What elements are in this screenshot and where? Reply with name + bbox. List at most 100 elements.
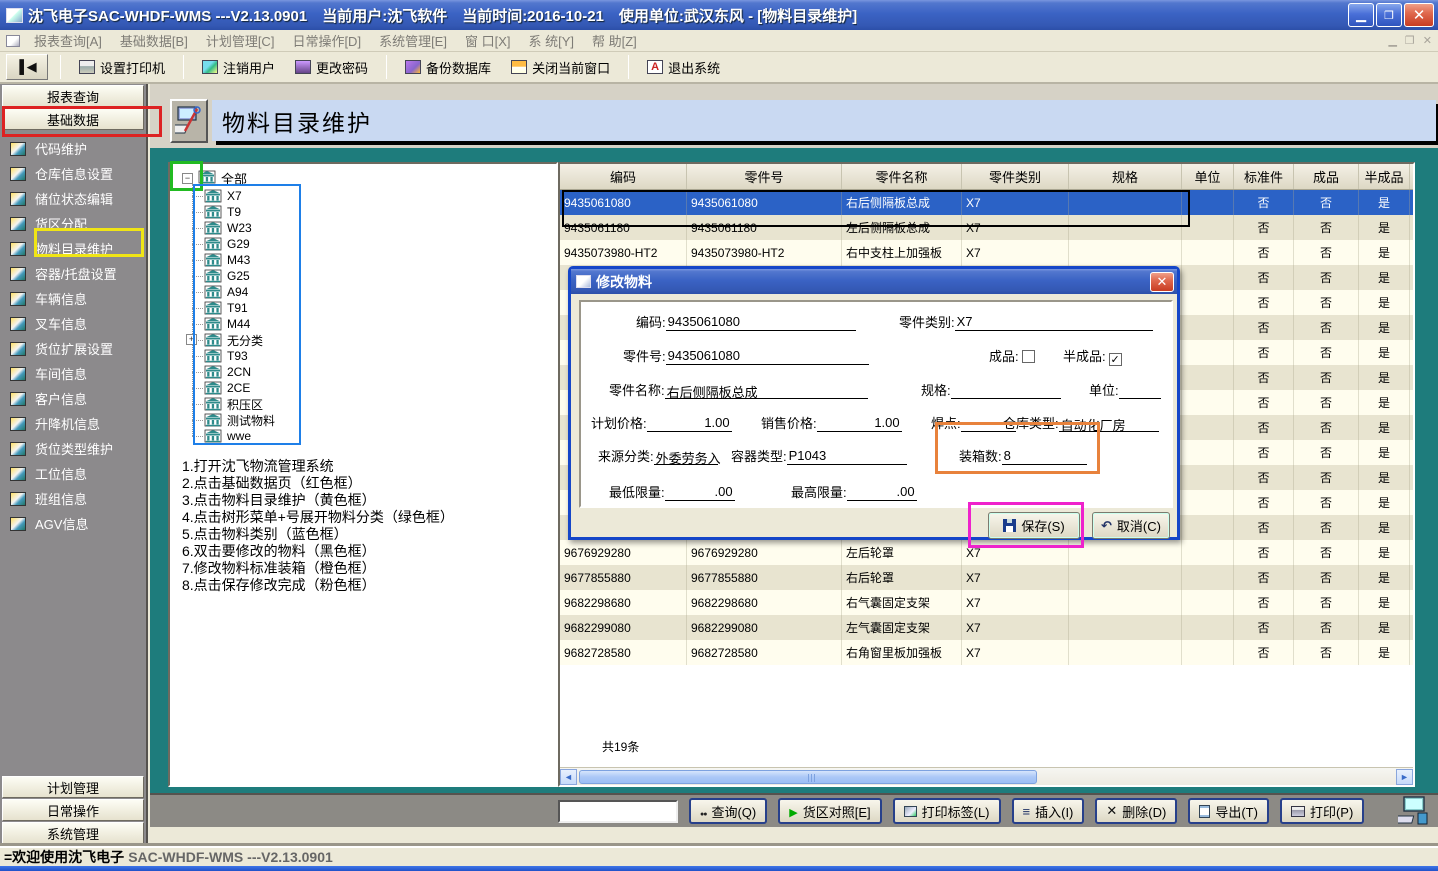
toolbar-button[interactable]: 备份数据库 (399, 55, 497, 80)
tree-item[interactable]: W23 (170, 220, 556, 236)
sidebar-item[interactable]: 客户信息 (0, 386, 146, 411)
box-count-field[interactable]: 8 (1002, 448, 1087, 465)
sidebar-item[interactable]: 车辆信息 (0, 286, 146, 311)
part-name-field[interactable]: 右后侧隔板总成 (665, 382, 868, 399)
search-input[interactable] (558, 800, 678, 823)
horizontal-scrollbar[interactable] (560, 767, 1413, 785)
table-row[interactable]: 94350610809435061080右后侧隔板总成X7否否是 (560, 190, 1413, 215)
toolbar-button[interactable]: 设置打印机 (73, 55, 171, 80)
table-row[interactable]: 96822986809682298680右气囊固定支架X7否否是 (560, 590, 1413, 615)
column-header[interactable]: 零件号 (687, 164, 842, 189)
tree-root-item[interactable]: − 全部 (170, 164, 556, 188)
menu-item[interactable]: 日常操作[D] (292, 31, 361, 50)
sidebar-item[interactable]: 车间信息 (0, 361, 146, 386)
menu-item[interactable]: 基础数据[B] (120, 31, 188, 50)
sidebar-item[interactable]: 储位状态编辑 (0, 186, 146, 211)
tree-item[interactable]: 2CN (170, 364, 556, 380)
finished-checkbox[interactable] (1022, 350, 1035, 363)
column-header[interactable]: 成品 (1294, 164, 1359, 189)
sidebar-item[interactable]: 容器/托盘设置 (0, 261, 146, 286)
bottom-toolbar-button[interactable]: 导出(T) (1188, 798, 1269, 824)
sidebar-item[interactable]: 工位信息 (0, 461, 146, 486)
menu-item[interactable]: 窗 口[X] (465, 31, 511, 50)
toolbar-button[interactable]: 退出系统 (641, 55, 726, 80)
menu-item[interactable]: 系 统[Y] (528, 31, 574, 50)
scroll-right-icon[interactable] (1396, 769, 1413, 785)
tree-item[interactable]: + 无分类 (170, 332, 556, 348)
minimize-icon[interactable] (1348, 3, 1374, 27)
unit-field[interactable] (1119, 382, 1161, 399)
sidebar-item[interactable]: AGV信息 (0, 511, 146, 536)
dialog-close-icon[interactable]: ✕ (1150, 272, 1174, 292)
sale-price-field[interactable]: 1.00 (817, 415, 902, 432)
sidebar-group-basic-data[interactable]: 基础数据 (2, 108, 144, 130)
sidebar-item[interactable]: 班组信息 (0, 486, 146, 511)
cancel-button[interactable]: 取消(C) (1092, 512, 1170, 539)
mdi-close-icon[interactable]: ✕ (1423, 34, 1432, 47)
warehouse-type-field[interactable]: 自动化厂房 (1059, 415, 1159, 432)
column-header[interactable]: 半成品 (1359, 164, 1410, 189)
sidebar-group-system-management[interactable]: 系统管理 (2, 822, 144, 844)
column-header[interactable]: 零件名称 (842, 164, 962, 189)
bottom-toolbar-button[interactable]: 删除(D) (1095, 798, 1177, 824)
bottom-toolbar-button[interactable]: 打印标签(L) (893, 798, 1001, 824)
tree-item[interactable]: 测试物料 (170, 412, 556, 428)
tree-item[interactable]: 积压区 (170, 396, 556, 412)
menu-item[interactable]: 计划管理[C] (206, 31, 275, 50)
table-row[interactable]: 94350611809435061180左后侧隔板总成X7否否是 (560, 215, 1413, 240)
table-row[interactable]: 96769292809676929280左后轮罩X7否否是 (560, 540, 1413, 565)
sidebar-item[interactable]: 叉车信息 (0, 311, 146, 336)
column-header[interactable]: 零件类别 (962, 164, 1069, 189)
source-category-field[interactable]: 外委劳务入 (654, 448, 718, 465)
toolbar-button[interactable]: 更改密码 (289, 55, 374, 80)
column-header[interactable]: 标准件 (1234, 164, 1294, 189)
tree-item[interactable]: wwe (170, 428, 556, 444)
bottom-toolbar-button[interactable]: 打印(P) (1280, 798, 1364, 824)
part-no-field[interactable]: 9435061080 (666, 348, 869, 365)
close-icon[interactable] (1404, 3, 1434, 27)
bottom-toolbar-button[interactable]: 插入(I) (1012, 798, 1085, 824)
min-limit-field[interactable]: .00 (665, 484, 735, 501)
scrollbar-thumb[interactable] (579, 770, 1037, 784)
sidebar-item[interactable]: 物料目录维护 (0, 236, 146, 261)
tree-item[interactable]: G25 (170, 268, 556, 284)
sidebar-item[interactable]: 货区分配 (0, 211, 146, 236)
sidebar-item[interactable]: 货位扩展设置 (0, 336, 146, 361)
sidebar-item[interactable]: 升降机信息 (0, 411, 146, 436)
nav-first-button[interactable] (6, 54, 48, 80)
sidebar-group-report-query[interactable]: 报表查询 (2, 85, 144, 107)
tree-item[interactable]: M44 (170, 316, 556, 332)
sidebar-group-daily-operation[interactable]: 日常操作 (2, 799, 144, 821)
tree-item[interactable]: G29 (170, 236, 556, 252)
menu-item[interactable]: 系统管理[E] (379, 31, 447, 50)
table-row[interactable]: 96827285809682728580右角窗里板加强板X7否否是 (560, 640, 1413, 665)
table-row[interactable]: 9435073980-HT29435073980-HT2右中支柱上加强板X7否否… (560, 240, 1413, 265)
container-type-field[interactable]: P1043 (787, 448, 907, 465)
tree-expander-minus-icon[interactable]: − (182, 173, 193, 184)
part-category-field[interactable]: X7 (955, 314, 1153, 331)
tree-expander-plus-icon[interactable]: + (186, 334, 197, 345)
tree-item[interactable]: A94 (170, 284, 556, 300)
tree-item[interactable]: X7 (170, 188, 556, 204)
menu-item[interactable]: 帮 助[Z] (592, 31, 637, 50)
tree-item[interactable]: T91 (170, 300, 556, 316)
tree-item[interactable]: 2CE (170, 380, 556, 396)
save-button[interactable]: 保存(S) (988, 512, 1080, 539)
column-header[interactable]: 编码 (560, 164, 687, 189)
table-row[interactable]: 96822990809682299080左气囊固定支架X7否否是 (560, 615, 1413, 640)
tree-item[interactable]: M43 (170, 252, 556, 268)
toolbar-button[interactable]: 关闭当前窗口 (505, 55, 616, 80)
mdi-minimize-icon[interactable]: ▁ (1388, 34, 1396, 47)
bottom-toolbar-button[interactable]: 货区对照[E] (778, 798, 881, 824)
tree-item[interactable]: T93 (170, 348, 556, 364)
sidebar-group-plan-management[interactable]: 计划管理 (2, 776, 144, 798)
sidebar-item[interactable]: 货位类型维护 (0, 436, 146, 461)
toolbar-button[interactable]: 注销用户 (196, 55, 281, 80)
sidebar-item[interactable]: 仓库信息设置 (0, 161, 146, 186)
plan-price-field[interactable]: 1.00 (647, 415, 732, 432)
spec-field[interactable] (951, 382, 1061, 399)
table-row[interactable]: 96778558809677855880右后轮罩X7否否是 (560, 565, 1413, 590)
scroll-left-icon[interactable] (560, 769, 577, 785)
max-limit-field[interactable]: .00 (847, 484, 917, 501)
bottom-toolbar-button[interactable]: 查询(Q) (689, 798, 767, 824)
